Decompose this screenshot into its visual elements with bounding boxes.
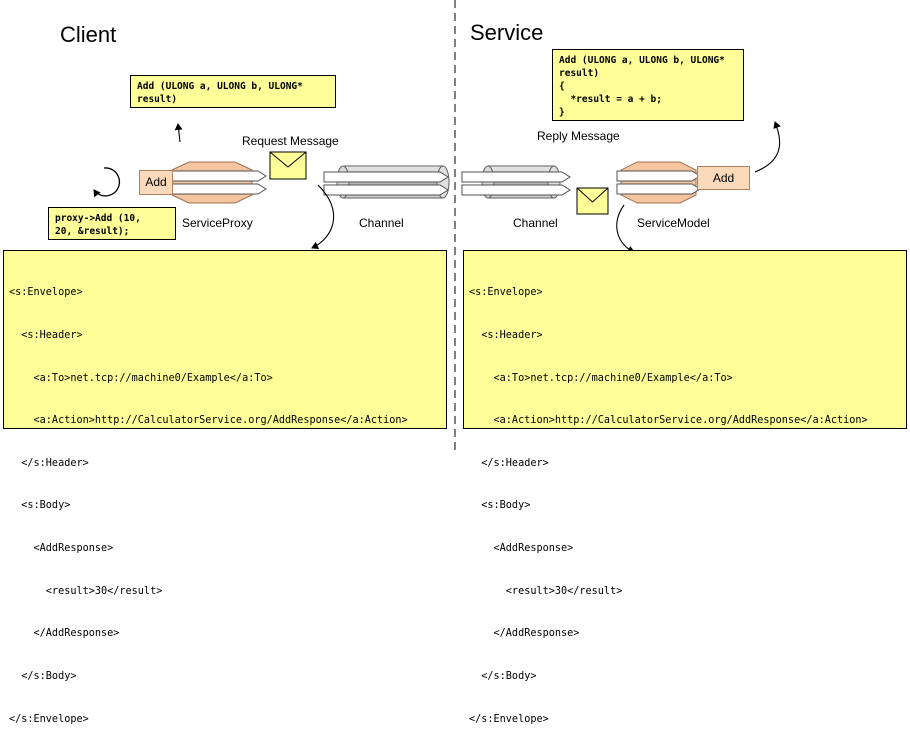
- xml-line: </s:Header>: [9, 457, 89, 469]
- xml-line: <s:Header>: [9, 330, 83, 342]
- service-xml-message: <s:Envelope> <s:Header> <a:To>net.tcp://…: [463, 250, 907, 725]
- xml-line: <s:Body>: [469, 500, 531, 512]
- service-model-label: ServiceModel: [637, 216, 710, 230]
- xml-line: </s:Body>: [9, 670, 77, 682]
- xml-line: <s:Envelope>: [469, 287, 543, 299]
- reply-flow-arrow: [616, 204, 635, 254]
- xml-line: <a:To>net.tcp://machine0/Example</a:To>: [469, 372, 733, 384]
- client-call-note: proxy->Add (10, 20, &result);: [48, 207, 176, 240]
- xml-line: <result>30</result>: [469, 585, 623, 597]
- service-heading: Service: [470, 20, 544, 45]
- xml-line: <AddResponse>: [9, 543, 114, 555]
- client-channel-label: Channel: [359, 216, 404, 230]
- request-message-label: Request Message: [242, 134, 339, 148]
- xml-line: </s:Envelope>: [9, 713, 89, 725]
- xml-line: </s:Body>: [469, 670, 537, 682]
- xml-line: <a:Action>http://CalculatorService.org/A…: [9, 415, 408, 427]
- xml-line: </s:Header>: [469, 457, 549, 469]
- request-envelope-icon: [269, 151, 307, 180]
- client-channel-cylinder: [323, 165, 450, 199]
- client-signature-note: Add (ULONG a, ULONG b, ULONG* result): [130, 75, 336, 108]
- xml-line: <a:To>net.tcp://machine0/Example</a:To>: [9, 372, 273, 384]
- reply-message-label: Reply Message: [537, 129, 620, 143]
- xml-line: </AddResponse>: [469, 628, 580, 640]
- xml-line: <a:Action>http://CalculatorService.org/A…: [469, 415, 868, 427]
- xml-line: <s:Body>: [9, 500, 71, 512]
- service-call-arrow: [754, 121, 781, 173]
- xml-line: <s:Header>: [469, 330, 543, 342]
- call-cycle-arrow-icon: [93, 167, 121, 198]
- service-impl-note: Add (ULONG a, ULONG b, ULONG* result) { …: [552, 49, 744, 121]
- xml-line: </AddResponse>: [9, 628, 120, 640]
- service-proxy-octagon: [169, 161, 267, 204]
- service-channel-cylinder: [461, 165, 571, 199]
- xml-line: <result>30</result>: [9, 585, 163, 597]
- xml-line: <s:Envelope>: [9, 287, 83, 299]
- service-add-box: Add: [697, 166, 750, 190]
- client-heading: Client: [60, 22, 117, 47]
- client-add-box: Add: [139, 170, 173, 195]
- service-model-octagon: [616, 161, 701, 204]
- xml-line: </s:Envelope>: [469, 713, 549, 725]
- service-proxy-label: ServiceProxy: [182, 216, 253, 230]
- client-xml-message: <s:Envelope> <s:Header> <a:To>net.tcp://…: [3, 250, 447, 725]
- reply-envelope-icon: [576, 187, 609, 215]
- client-return-arrow: [174, 123, 183, 143]
- service-channel-label: Channel: [513, 216, 558, 230]
- xml-line: <AddResponse>: [469, 543, 574, 555]
